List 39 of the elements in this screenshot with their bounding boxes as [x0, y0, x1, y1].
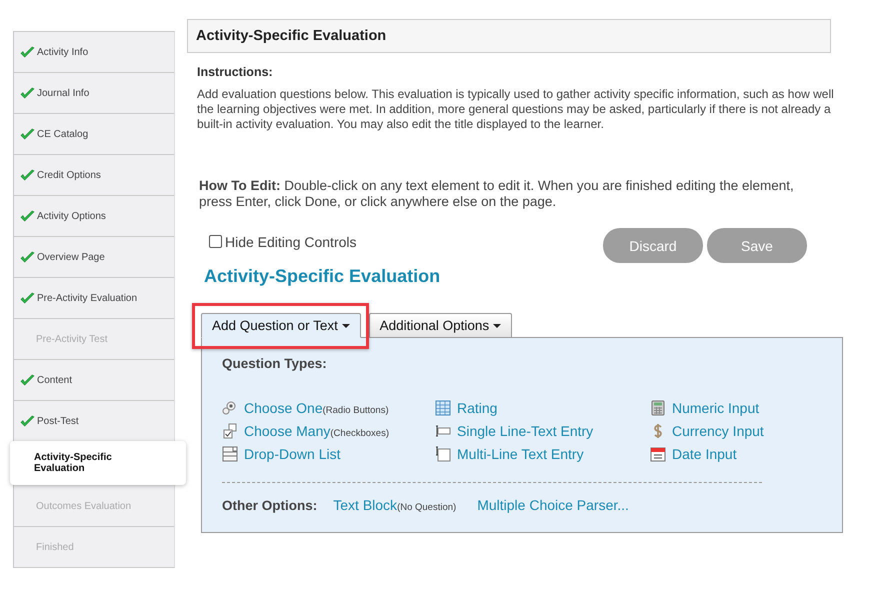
list-icon	[222, 446, 238, 462]
sidebar-item[interactable]: Credit Options	[14, 154, 174, 195]
sidebar-item[interactable]: Activity-Specific Evaluation	[10, 441, 186, 485]
checkbox-icon	[222, 423, 238, 439]
section-header: Activity-Specific Evaluation	[187, 19, 831, 53]
question-type-link[interactable]: Choose Many(Checkboxes)	[244, 423, 389, 439]
checkmark-icon	[20, 292, 35, 304]
calendar-icon	[650, 446, 666, 462]
calculator-icon	[650, 400, 666, 416]
sidebar-item[interactable]: Activity Options	[14, 195, 174, 236]
tab[interactable]: Add Question or Text	[201, 313, 361, 338]
sidebar-item[interactable]: Journal Info	[14, 72, 174, 113]
sidebar-item[interactable]: Activity Info	[14, 32, 174, 72]
question-type-link[interactable]: Choose One(Radio Buttons)	[244, 400, 389, 416]
checkmark-icon	[20, 86, 35, 100]
option-link[interactable]: Text Block(No Question)	[333, 497, 456, 513]
checkmark-icon	[20, 250, 35, 264]
sidebar-item[interactable]: Content	[14, 359, 174, 400]
hide-controls-checkbox[interactable]: Hide Editing Controls	[209, 234, 369, 250]
how-to-edit-text: How To Edit: Double-click on any text element to edit it. When you are finished editing the element, press Enter, click Done, or click anywhere else on the page.	[199, 178, 795, 210]
sidebar-item[interactable]: Overview Page	[14, 236, 174, 277]
checkmark-icon	[20, 210, 35, 222]
checkmark-icon	[20, 374, 35, 386]
instructions-heading: Instructions:	[197, 65, 274, 79]
evaluation-title: Activity-Specific Evaluation	[204, 266, 442, 287]
sidebar-item[interactable]: Pre-Activity Evaluation	[14, 277, 174, 318]
checkmark-icon	[20, 414, 35, 428]
text-field-icon	[435, 423, 451, 439]
radio-icon	[222, 400, 238, 416]
other-options-label: Other Options:	[222, 498, 318, 513]
sidebar-item[interactable]: CE Catalog	[14, 113, 174, 154]
instructions-text: Add evaluation questions below. This evaluation is typically used to gather activity specific information, such as how well the learning objectives were met. In addition, more general questions may be asked, particularly if there is not already a built-in activity evaluation. You may also edit the title displayed to the learner.	[197, 87, 835, 132]
question-types-heading: Question Types:	[222, 356, 328, 371]
text-area-icon	[435, 446, 451, 462]
grid-icon	[435, 400, 451, 416]
checkmark-icon	[20, 46, 35, 58]
tab[interactable]: Additional Options	[368, 313, 512, 338]
checkmark-icon	[20, 168, 35, 182]
checkmark-icon	[20, 128, 35, 140]
